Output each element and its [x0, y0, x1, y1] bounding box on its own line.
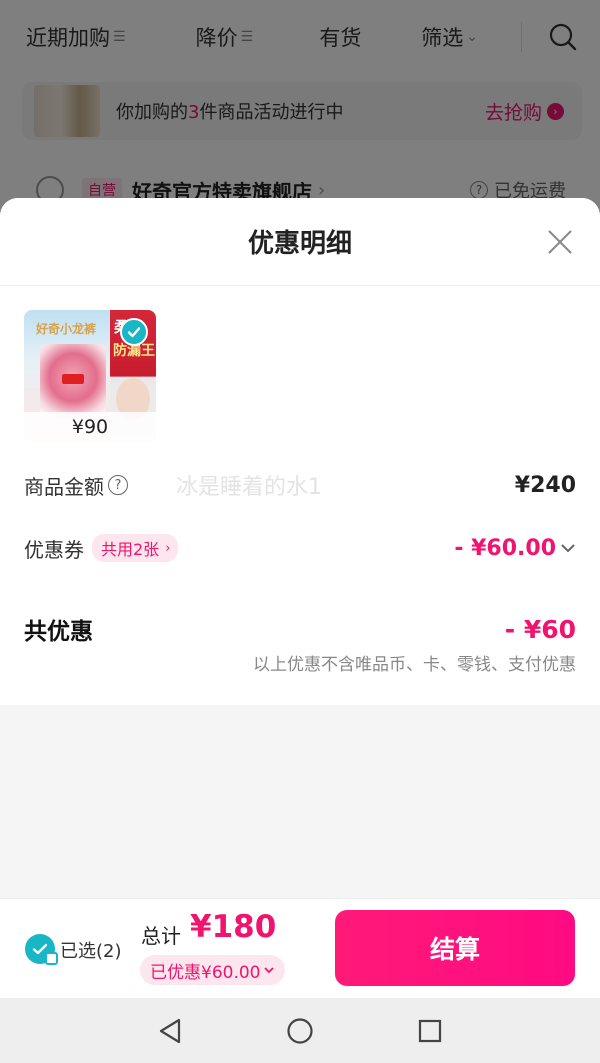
system-nav-bar: [0, 998, 600, 1063]
check-icon: [120, 318, 148, 346]
discount-summary-pill[interactable]: 已优惠¥60.00: [140, 955, 286, 985]
discount-summary: 已优惠¥60.00: [150, 962, 261, 983]
coupon-value-wrap[interactable]: - ¥60.00: [454, 536, 576, 561]
coupon-value: - ¥60.00: [454, 535, 556, 561]
product-thumbnail[interactable]: 好奇小龙裤 柔级 防漏王 ¥90: [24, 310, 156, 442]
chevron-right-icon: ›: [165, 540, 171, 556]
coupon-row[interactable]: 优惠券 共用2张 › - ¥60.00: [0, 520, 600, 576]
amount-label: 商品金额: [24, 474, 104, 499]
coupon-tag-label: 共用2张: [101, 540, 160, 559]
question-icon[interactable]: ?: [108, 475, 128, 495]
discount-note: 以上优惠不含唯品币、卡、零钱、支付优惠: [253, 655, 576, 675]
coupon-label: 优惠券: [24, 537, 84, 562]
amount-row: 商品金额 ? 冰是睡着的水1 ¥240: [0, 450, 600, 520]
product-brand-text: 好奇小龙裤: [36, 322, 97, 336]
total-discount-value: - ¥60: [504, 614, 576, 644]
watermark: 冰是睡着的水1: [176, 475, 322, 500]
amount-label-wrap: 商品金额 ?: [24, 471, 128, 500]
sheet-empty-area: [0, 705, 600, 869]
product-list: 好奇小龙裤 柔级 防漏王 ¥90: [0, 286, 600, 446]
sheet-content: 优惠明细 好奇小龙裤 柔级 防漏王 ¥90 商品金: [0, 198, 600, 705]
coupon-tag[interactable]: 共用2张 ›: [92, 534, 179, 562]
back-icon[interactable]: [105, 1017, 235, 1045]
chevron-down-icon: [264, 967, 275, 974]
close-icon[interactable]: [546, 228, 574, 256]
selected-count: 已选(2): [60, 941, 122, 962]
checkout-button[interactable]: 结算: [335, 910, 575, 986]
checkout-bar: 已选(2) 总计 ¥180 已优惠¥60.00 结算: [0, 898, 600, 998]
total-value: ¥180: [190, 909, 277, 945]
home-icon[interactable]: [235, 1017, 365, 1045]
lock-icon: [45, 952, 58, 965]
amount-value: ¥240: [514, 472, 576, 498]
chevron-down-icon: [561, 544, 575, 553]
product-price: ¥90: [24, 412, 156, 442]
sheet-title: 优惠明细: [247, 229, 352, 259]
sheet-header: 优惠明细: [0, 198, 600, 286]
recents-icon[interactable]: [365, 1018, 495, 1044]
total-discount-label: 共优惠: [24, 619, 93, 645]
product-package-image: [40, 344, 106, 418]
total-label: 总计: [141, 924, 181, 948]
